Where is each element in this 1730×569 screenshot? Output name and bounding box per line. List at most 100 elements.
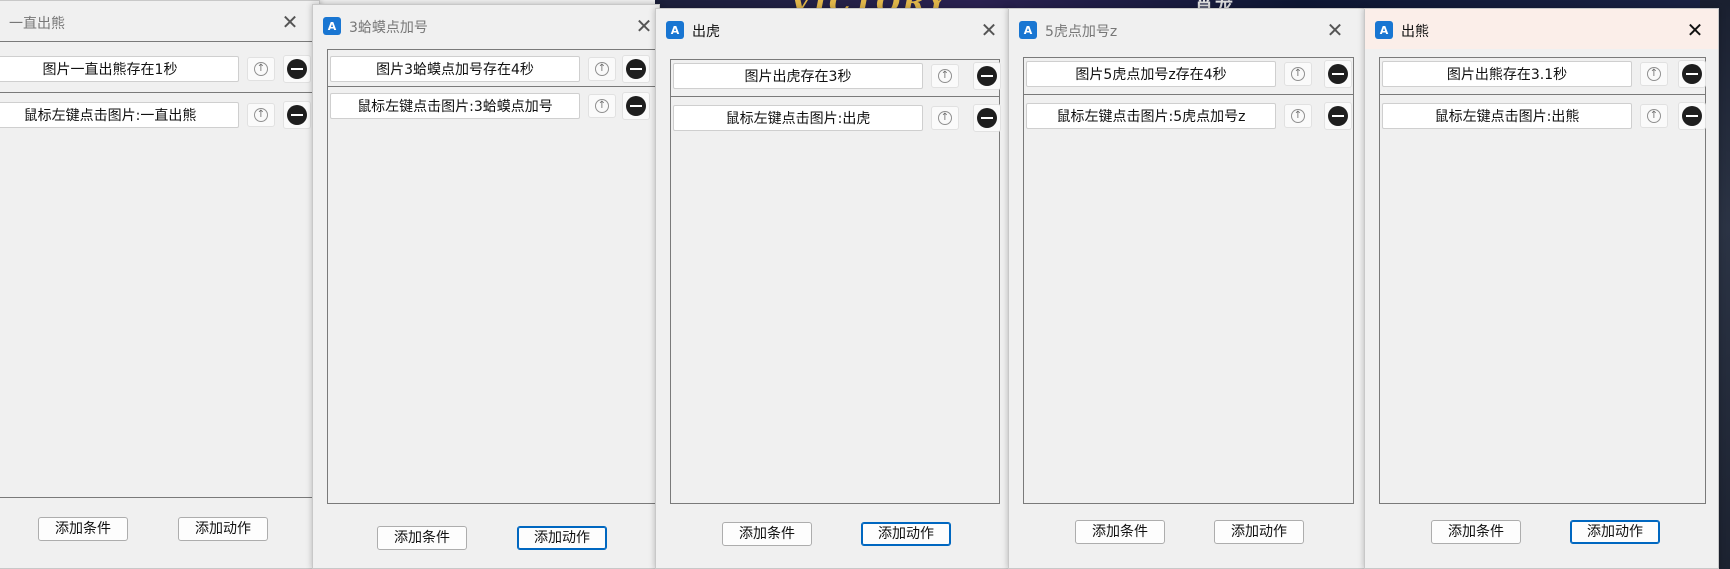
add-condition-button[interactable]: 添加条件	[38, 517, 128, 541]
remove-button[interactable]	[1678, 60, 1706, 88]
window-title: 出熊	[1401, 24, 1429, 40]
close-icon[interactable]: ✕	[1320, 17, 1350, 43]
action-item[interactable]: 鼠标左键点击图片:一直出熊	[0, 102, 239, 128]
remove-button[interactable]	[973, 104, 1001, 132]
close-icon[interactable]: ✕	[974, 17, 1004, 43]
minus-circle-icon	[977, 66, 997, 86]
add-condition-button[interactable]: 添加条件	[1075, 520, 1165, 544]
action-row: 鼠标左键点击图片:出熊 ↑	[1380, 101, 1706, 131]
window-title: 出虎	[692, 24, 720, 40]
condition-item[interactable]: 图片出熊存在3.1秒	[1382, 61, 1632, 87]
app-a-icon: A	[666, 21, 684, 39]
minus-circle-icon	[626, 59, 646, 79]
action-item[interactable]: 鼠标左键点击图片:5虎点加号z	[1026, 103, 1276, 129]
arrow-up-circle-icon: ↑	[1647, 109, 1661, 123]
condition-item[interactable]: 图片出虎存在3秒	[673, 63, 923, 89]
window-titlebar[interactable]: A 3蛤蟆点加号 ✕	[313, 5, 659, 45]
arrow-up-circle-icon: ↑	[1291, 67, 1305, 81]
action-item[interactable]: 鼠标左键点击图片:出熊	[1382, 103, 1632, 129]
add-action-button[interactable]: 添加动作	[1570, 520, 1660, 544]
window-titlebar[interactable]: A 出虎 ✕	[656, 9, 1010, 49]
minus-circle-icon	[626, 96, 646, 116]
window-titlebar[interactable]: 一直出熊 ✕	[0, 1, 319, 41]
move-up-button[interactable]: ↑	[931, 64, 959, 88]
condition-row: 图片出熊存在3.1秒 ↑	[1380, 59, 1706, 89]
window-title: 5虎点加号z	[1045, 24, 1118, 40]
svg-text:A: A	[671, 24, 680, 37]
add-condition-button[interactable]: 添加条件	[1431, 520, 1521, 544]
add-condition-button[interactable]: 添加条件	[377, 526, 467, 550]
section-divider	[328, 86, 659, 87]
app-a-icon: A	[323, 17, 341, 35]
move-up-button[interactable]: ↑	[1640, 104, 1668, 128]
svg-text:A: A	[1024, 24, 1033, 37]
move-up-button[interactable]: ↑	[931, 106, 959, 130]
app-a-icon: A	[1375, 21, 1393, 39]
window-title: 3蛤蟆点加号	[349, 20, 428, 36]
rule-window-5: A 出熊 ✕ 图片出熊存在3.1秒 ↑ 鼠标左键点击图片:出熊 ↑ 添加条件 添…	[1364, 8, 1719, 569]
rule-list: 图片3蛤蟆点加号存在4秒 ↑ 鼠标左键点击图片:3蛤蟆点加号 ↑	[327, 49, 659, 504]
move-up-button[interactable]: ↑	[247, 103, 275, 127]
action-item[interactable]: 鼠标左键点击图片:出虎	[673, 105, 923, 131]
section-divider	[671, 96, 999, 97]
remove-button[interactable]	[622, 92, 650, 120]
remove-button[interactable]	[1678, 102, 1706, 130]
add-action-button[interactable]: 添加动作	[861, 522, 951, 546]
window-titlebar[interactable]: A 出熊 ✕	[1365, 9, 1718, 49]
action-item[interactable]: 鼠标左键点击图片:3蛤蟆点加号	[330, 93, 580, 119]
close-icon[interactable]: ✕	[275, 9, 305, 35]
window-title: 一直出熊	[9, 16, 65, 32]
rule-list: 图片出虎存在3秒 ↑ 鼠标左键点击图片:出虎 ↑	[670, 59, 1001, 504]
arrow-up-circle-icon: ↑	[1647, 67, 1661, 81]
arrow-up-circle-icon: ↑	[254, 108, 268, 122]
minus-circle-icon	[1682, 106, 1702, 126]
move-up-button[interactable]: ↑	[247, 57, 275, 81]
minus-circle-icon	[1682, 64, 1702, 84]
remove-button[interactable]	[283, 101, 311, 129]
remove-button[interactable]	[622, 55, 650, 83]
add-action-button[interactable]: 添加动作	[178, 517, 268, 541]
minus-circle-icon	[977, 108, 997, 128]
app-a-icon: A	[1019, 21, 1037, 39]
move-up-button[interactable]: ↑	[1640, 62, 1668, 86]
rule-list: 图片一直出熊存在1秒 ↑ 鼠标左键点击图片:一直出熊 ↑	[0, 41, 319, 498]
rule-window-1: 一直出熊 ✕ 图片一直出熊存在1秒 ↑ 鼠标左键点击图片:一直出熊 ↑ 添加条件…	[0, 0, 320, 569]
move-up-button[interactable]: ↑	[1284, 104, 1312, 128]
section-divider	[0, 92, 318, 93]
svg-text:A: A	[328, 20, 337, 33]
remove-button[interactable]	[1324, 102, 1352, 130]
condition-item[interactable]: 图片一直出熊存在1秒	[0, 56, 239, 82]
move-up-button[interactable]: ↑	[1284, 62, 1312, 86]
close-icon[interactable]: ✕	[1680, 17, 1710, 43]
arrow-up-circle-icon: ↑	[938, 69, 952, 83]
arrow-up-circle-icon: ↑	[1291, 109, 1305, 123]
move-up-button[interactable]: ↑	[588, 57, 616, 81]
condition-item[interactable]: 图片3蛤蟆点加号存在4秒	[330, 56, 580, 82]
arrow-up-circle-icon: ↑	[595, 62, 609, 76]
add-condition-button[interactable]: 添加条件	[722, 522, 812, 546]
minus-circle-icon	[1328, 106, 1348, 126]
add-action-button[interactable]: 添加动作	[517, 526, 607, 550]
arrow-up-circle-icon: ↑	[938, 111, 952, 125]
minus-circle-icon	[287, 105, 307, 125]
rule-window-4: A 5虎点加号z ✕ 图片5虎点加号z存在4秒 ↑ 鼠标左键点击图片:5虎点加号…	[1008, 8, 1365, 569]
condition-row: 图片3蛤蟆点加号存在4秒 ↑	[328, 54, 659, 84]
rule-window-3: A 出虎 ✕ 图片出虎存在3秒 ↑ 鼠标左键点击图片:出虎 ↑ 添加条件 添加动…	[655, 8, 1011, 569]
action-row: 鼠标左键点击图片:一直出熊 ↑	[0, 100, 318, 130]
condition-row: 图片一直出熊存在1秒 ↑	[0, 54, 318, 84]
remove-button[interactable]	[1324, 60, 1352, 88]
rule-window-2: A 3蛤蟆点加号 ✕ 图片3蛤蟆点加号存在4秒 ↑ 鼠标左键点击图片:3蛤蟆点加…	[312, 4, 660, 569]
move-up-button[interactable]: ↑	[588, 94, 616, 118]
svg-text:A: A	[1380, 24, 1389, 37]
section-divider	[1024, 94, 1353, 95]
rule-list: 图片出熊存在3.1秒 ↑ 鼠标左键点击图片:出熊 ↑	[1379, 57, 1706, 504]
action-row: 鼠标左键点击图片:5虎点加号z ↑	[1024, 101, 1353, 131]
condition-item[interactable]: 图片5虎点加号z存在4秒	[1026, 61, 1276, 87]
action-row: 鼠标左键点击图片:3蛤蟆点加号 ↑	[328, 91, 659, 121]
remove-button[interactable]	[973, 62, 1001, 90]
condition-row: 图片出虎存在3秒 ↑	[671, 61, 1001, 91]
add-action-button[interactable]: 添加动作	[1214, 520, 1304, 544]
rule-list: 图片5虎点加号z存在4秒 ↑ 鼠标左键点击图片:5虎点加号z ↑	[1023, 57, 1354, 504]
remove-button[interactable]	[283, 55, 311, 83]
window-titlebar[interactable]: A 5虎点加号z ✕	[1009, 9, 1364, 49]
